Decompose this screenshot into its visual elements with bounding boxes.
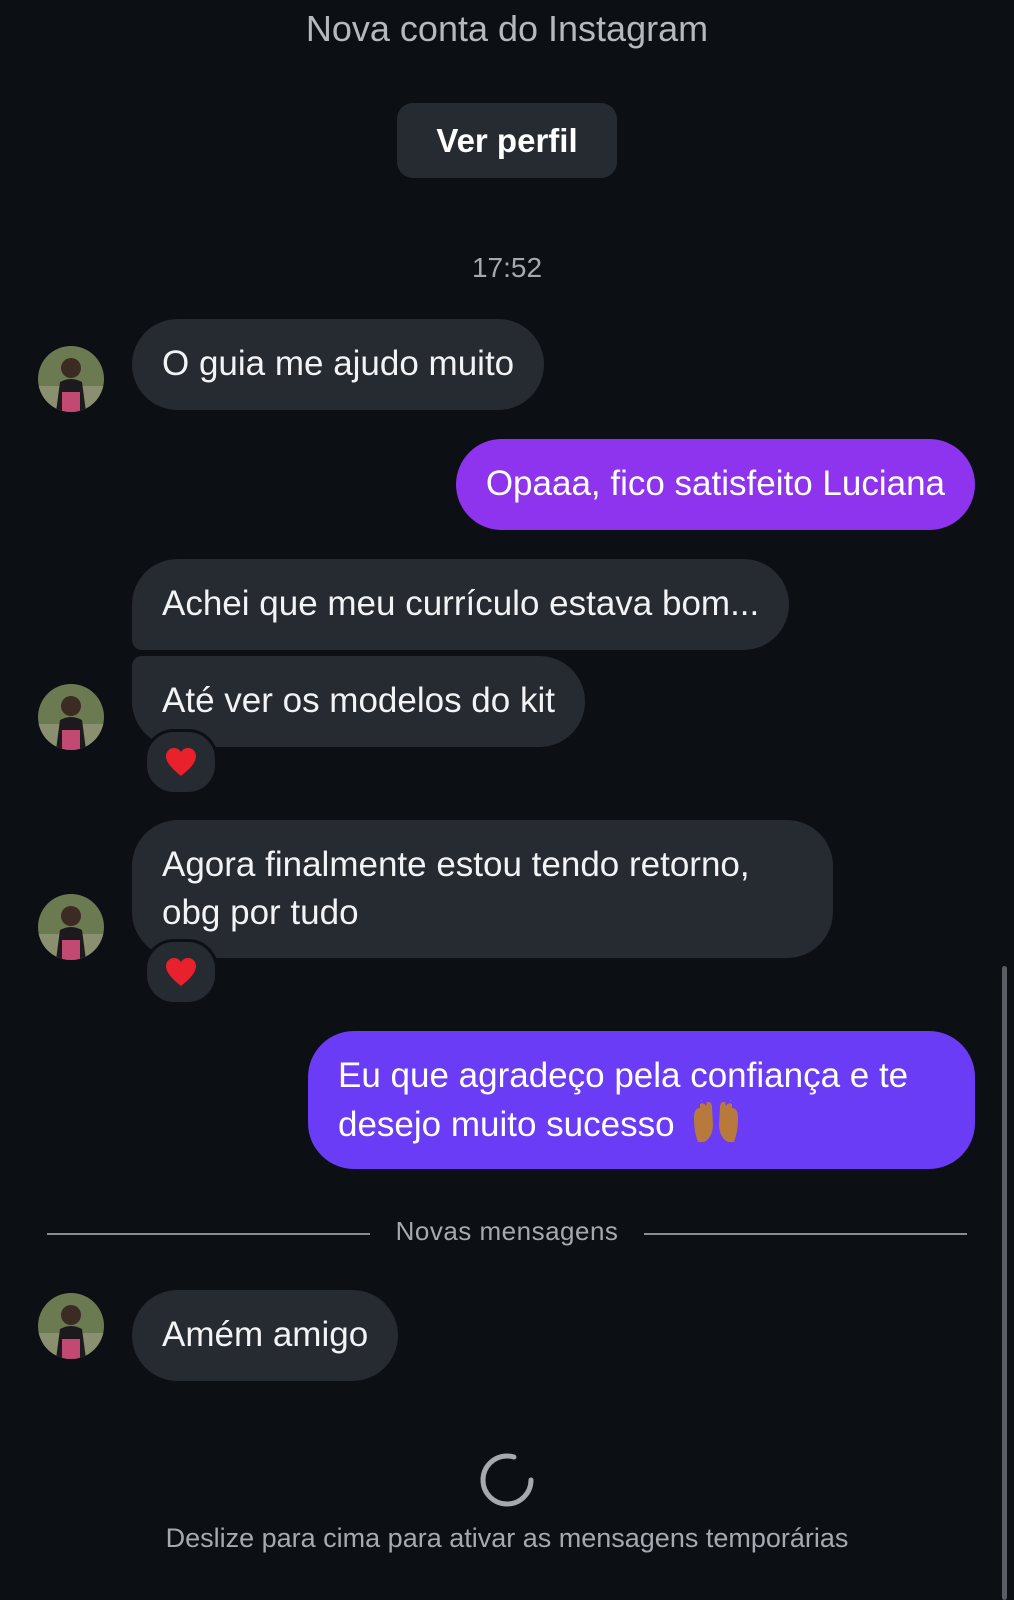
contact-avatar[interactable] xyxy=(38,1293,104,1359)
heart-reaction[interactable] xyxy=(144,939,218,1005)
incoming-message[interactable]: O guia me ajudo muito xyxy=(132,319,545,410)
divider-right xyxy=(644,1233,967,1235)
message-text: Amém amigo xyxy=(162,1315,369,1354)
message-text-line: obg por tudo xyxy=(162,893,359,932)
new-messages-divider-label: Novas mensagens xyxy=(395,1216,619,1246)
vanish-mode-hint: Deslize para cima para ativar as mensage… xyxy=(165,1523,849,1553)
view-profile-button[interactable]: Ver perfil xyxy=(397,103,617,178)
loading-spinner-icon xyxy=(480,1453,534,1507)
message-text: Até ver os modelos do kit xyxy=(162,681,555,720)
raising-hands-icon xyxy=(694,1095,739,1142)
message-text-line: Eu que agradeço pela confiança e te xyxy=(338,1056,909,1095)
message-text: O guia me ajudo muito xyxy=(162,344,515,383)
heart-icon xyxy=(166,748,196,776)
heart-icon xyxy=(166,958,196,986)
contact-avatar[interactable] xyxy=(38,346,104,412)
message-timestamp: 17:52 xyxy=(471,252,543,283)
scrollbar[interactable] xyxy=(1002,966,1007,1600)
message-text: Achei que meu currículo estava bom... xyxy=(162,584,760,623)
account-subtitle: Nova conta do Instagram xyxy=(305,8,709,49)
outgoing-message[interactable]: Eu que agradeço pela confiança e te dese… xyxy=(308,1031,975,1169)
outgoing-message[interactable]: Opaaa, fico satisfeito Luciana xyxy=(455,439,975,530)
contact-avatar[interactable] xyxy=(38,894,104,960)
incoming-message[interactable]: Achei que meu currículo estava bom... xyxy=(132,559,790,650)
incoming-message[interactable]: Agora finalmente estou tendo retorno, ob… xyxy=(132,820,833,958)
incoming-message[interactable]: Amém amigo xyxy=(132,1290,399,1381)
heart-reaction[interactable] xyxy=(144,729,218,795)
message-text: Opaaa, fico satisfeito Luciana xyxy=(485,464,945,503)
dm-thread-screen: Nova conta do Instagram Ver perfil 17:52… xyxy=(0,0,1014,1600)
contact-avatar[interactable] xyxy=(38,684,104,750)
message-text-line: desejo muito sucesso xyxy=(338,1105,675,1144)
message-text-line: Agora finalmente estou tendo retorno, xyxy=(162,845,750,884)
